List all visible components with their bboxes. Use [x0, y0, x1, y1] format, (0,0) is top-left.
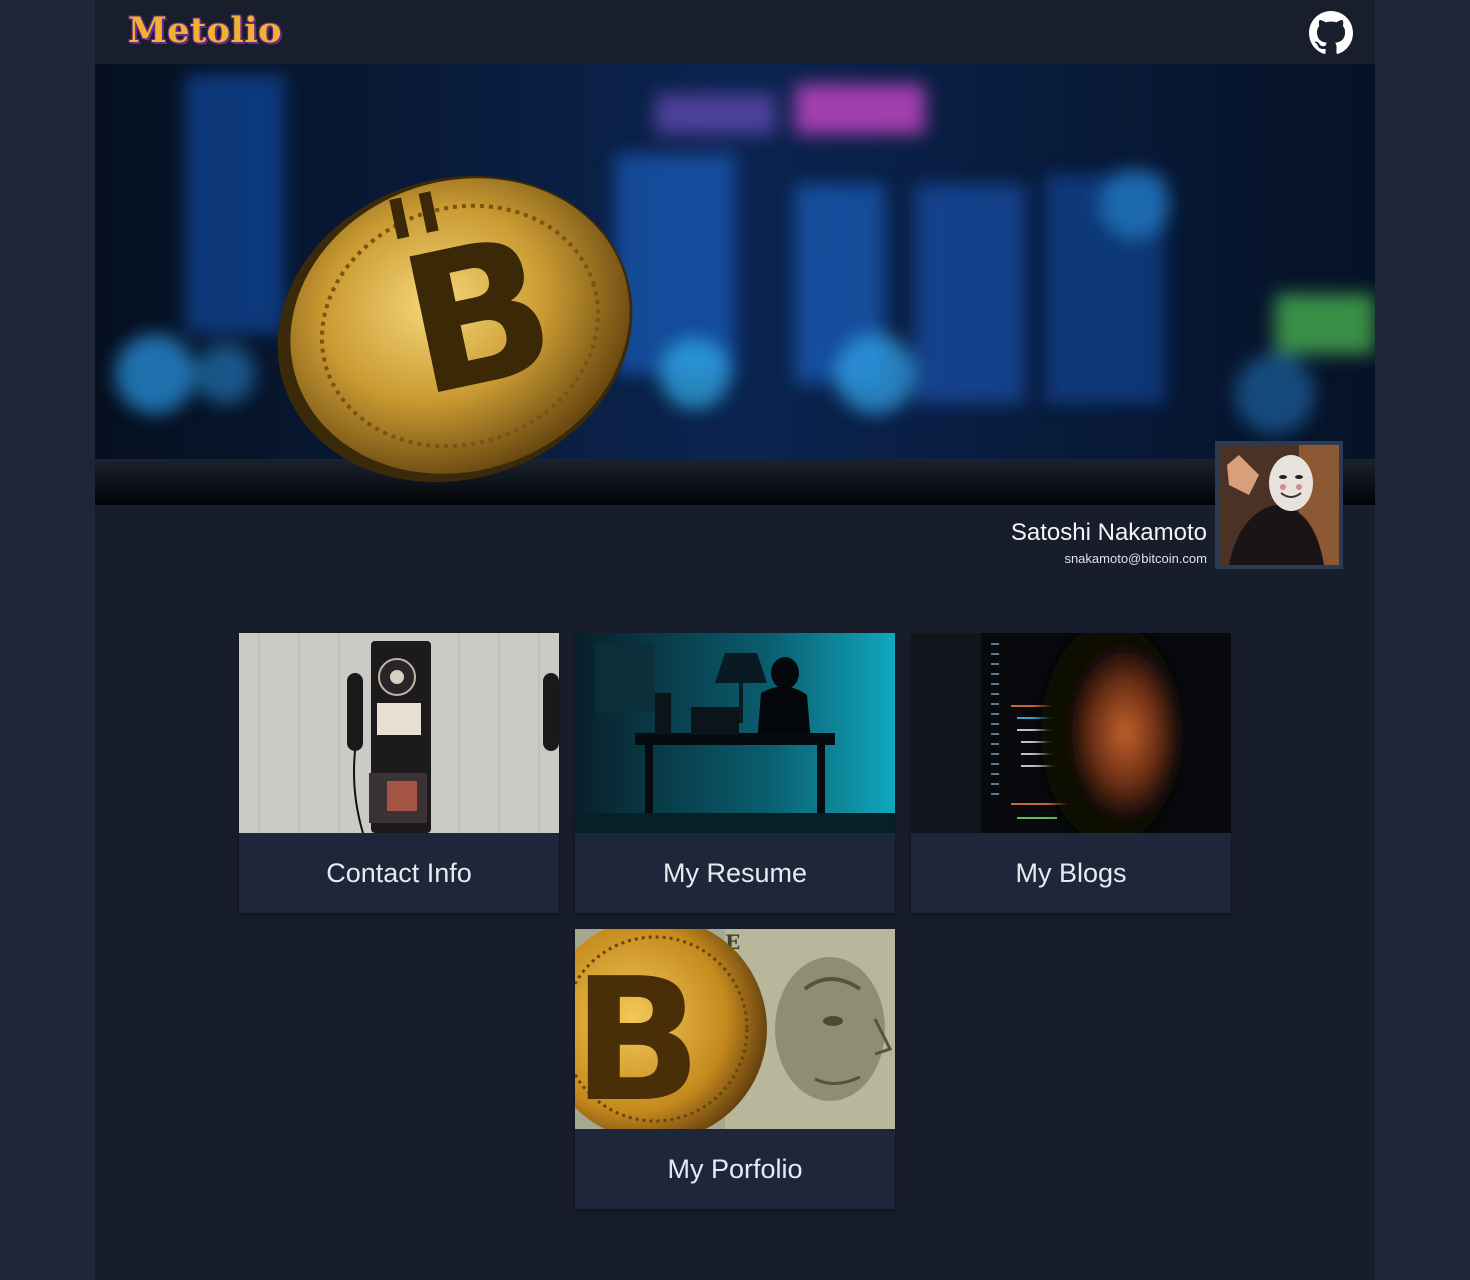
- profile-name: Satoshi Nakamoto: [1010, 519, 1207, 546]
- masked-person-avatar-image: [1219, 445, 1339, 565]
- card-label: My Resume: [662, 858, 808, 888]
- card-label: My Blogs: [1015, 858, 1127, 888]
- bitcoin-banner-image: B: [95, 64, 1375, 505]
- profile-email[interactable]: snakamoto@bitcoin.com: [1064, 551, 1207, 566]
- card-thumbnail: [239, 633, 559, 833]
- hooded-person-desk-image: [575, 633, 895, 833]
- card-my-resume[interactable]: My Resume: [575, 633, 895, 913]
- card-label: Contact Info: [326, 858, 472, 888]
- card-thumbnail: [575, 633, 895, 833]
- card-thumbnail: [911, 633, 1231, 833]
- card-contact-info[interactable]: Contact Info: [239, 633, 559, 913]
- site-logo[interactable]: Metolio: [128, 10, 282, 51]
- card-my-porfolio[interactable]: E B My Porfolio: [575, 929, 895, 1209]
- top-navbar: Metolio: [95, 0, 1375, 64]
- card-thumbnail: E B: [575, 929, 895, 1129]
- github-icon[interactable]: [1309, 11, 1353, 55]
- svg-text:B: B: [575, 942, 702, 1129]
- card-my-blogs[interactable]: My Blogs: [911, 633, 1231, 913]
- hero-banner: B: [95, 64, 1375, 505]
- code-screen-image: [911, 633, 1231, 833]
- payphone-image: [239, 633, 559, 833]
- page-container: Metolio B Satoshi Nakamoto snakamoto@bit…: [95, 0, 1375, 1280]
- avatar: [1215, 441, 1343, 569]
- bitcoin-dollar-image: E B: [575, 929, 895, 1129]
- card-label: My Porfolio: [667, 1154, 803, 1184]
